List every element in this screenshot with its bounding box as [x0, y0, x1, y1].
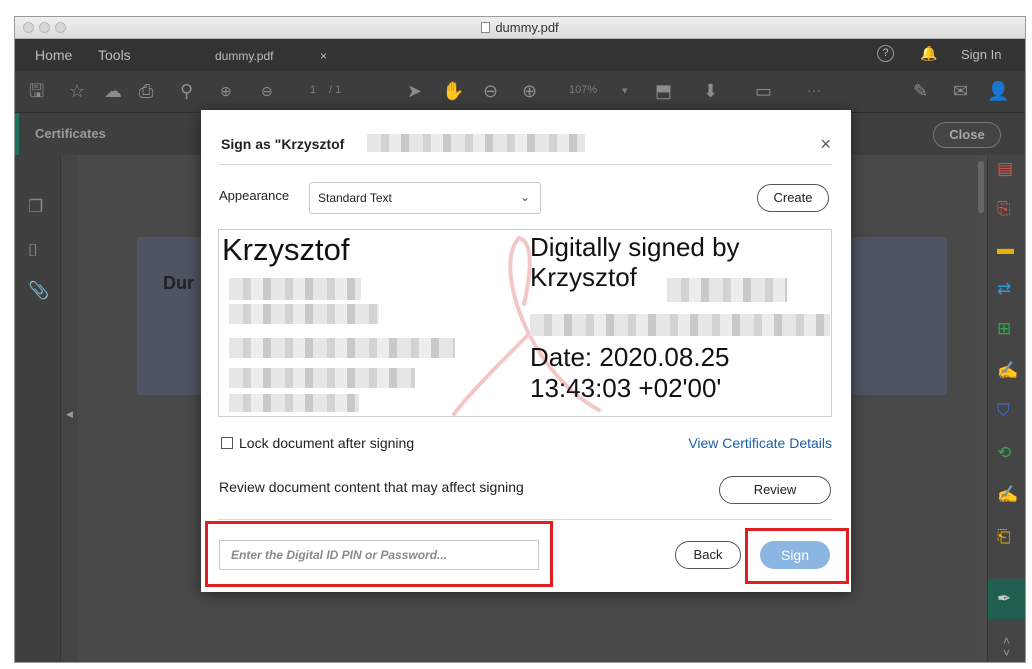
- date-line-1: Date: 2020.08.25: [530, 342, 730, 372]
- appearance-value: Standard Text: [318, 191, 392, 205]
- search-icon[interactable]: ⚲: [180, 81, 193, 101]
- title-bar: dummy.pdf: [15, 17, 1025, 39]
- panel-expand-icon[interactable]: ◀: [66, 409, 73, 420]
- fill-sign-icon[interactable]: ✍: [997, 361, 1018, 381]
- close-certificates-button[interactable]: Close: [933, 122, 1001, 148]
- export-pdf-icon[interactable]: ⇄: [997, 279, 1011, 299]
- redacted-name-line: [229, 394, 359, 412]
- certificates-tool-active[interactable]: ✒: [988, 579, 1025, 619]
- window-title: dummy.pdf: [15, 20, 1025, 35]
- redacted-detail-line: [667, 278, 787, 302]
- help-icon[interactable]: ?: [877, 45, 894, 62]
- star-icon[interactable]: ☆: [69, 81, 85, 101]
- optimize-icon[interactable]: ⟲: [997, 443, 1011, 463]
- redacted-name-line: [229, 338, 455, 358]
- certificate-pen-icon: ✒: [997, 589, 1012, 608]
- scrollbar-thumb[interactable]: [978, 161, 984, 213]
- create-pdf-icon[interactable]: ⎘: [997, 199, 1011, 219]
- redacted-name-line: [229, 304, 379, 324]
- toolbar: 🖫 ☆ ☁ ⎙ ⚲ ⊕ ⊖ 1 / 1 ➤ ✋ ⊖ ⊕ 107% ▾ ⬒ ⬇ ▭…: [15, 71, 1025, 113]
- redacted-name-line: [229, 368, 415, 388]
- signed-by-line: Digitally signed by: [530, 232, 740, 262]
- document-heading: Dur: [163, 273, 194, 293]
- request-signature-icon[interactable]: ✍: [997, 485, 1018, 505]
- dialog-title-text: Sign as "Krzysztof: [221, 136, 345, 152]
- page-up-icon[interactable]: ⊕: [220, 81, 232, 101]
- zoom-in-icon[interactable]: ⊕: [522, 81, 537, 101]
- protect-icon[interactable]: ⛉: [997, 401, 1010, 421]
- zoom-level[interactable]: 107%: [569, 84, 597, 96]
- sign-dialog: Sign as "Krzysztof" × Appearance Standar…: [201, 110, 851, 592]
- dialog-close-icon[interactable]: ×: [820, 134, 831, 155]
- fit-page-icon[interactable]: ⬒: [655, 81, 672, 101]
- appearance-label: Appearance: [219, 188, 290, 203]
- appearance-select[interactable]: Standard Text ⌄: [309, 182, 541, 214]
- signature-preview: Krzysztof Digitally signed by Krzysztof …: [218, 229, 832, 417]
- divider: [218, 519, 832, 520]
- page-number-input[interactable]: 1: [310, 84, 316, 96]
- menu-bar: Home Tools dummy.pdf × ? 🔔 Sign In: [15, 39, 1025, 71]
- right-tools-rail: ▤ ⎘ ▬ ⇄ ⊞ ✍ ⛉ ⟲ ✍ ⎗ ✒ ˄ ˅: [987, 155, 1025, 662]
- left-navigation-rail: ❐ ⌷ 📎: [15, 155, 61, 662]
- more-tools-icon[interactable]: ···: [807, 82, 821, 98]
- attachment-icon[interactable]: 📎: [28, 281, 49, 301]
- window-title-text: dummy.pdf: [495, 20, 559, 35]
- scroll-mode-icon[interactable]: ⬇: [703, 81, 718, 101]
- comment-icon[interactable]: ▭: [755, 81, 772, 101]
- document-tab-close-icon[interactable]: ×: [320, 49, 327, 63]
- page-total: / 1: [329, 84, 342, 96]
- lock-document-checkbox[interactable]: [221, 437, 233, 449]
- divider: [218, 164, 832, 165]
- bell-icon[interactable]: 🔔: [920, 45, 937, 62]
- review-button[interactable]: Review: [719, 476, 831, 504]
- create-button[interactable]: Create: [757, 184, 829, 212]
- signature-date: Date: 2020.08.25 13:43:03 +02'00': [530, 342, 730, 404]
- certificates-label: Certificates: [35, 126, 106, 141]
- chevron-down-icon: ⌄: [519, 190, 530, 204]
- hand-tool-icon[interactable]: ✋: [442, 81, 464, 101]
- lock-document-label: Lock document after signing: [239, 435, 415, 451]
- zoom-dropdown-icon[interactable]: ▾: [622, 84, 628, 97]
- pdf-file-icon: [481, 22, 491, 33]
- select-tool-icon[interactable]: ➤: [407, 81, 422, 101]
- document-scrollbar[interactable]: [975, 155, 987, 662]
- print-icon[interactable]: ⎙: [139, 81, 153, 101]
- page-thumbnails-icon[interactable]: ❐: [28, 197, 43, 217]
- page-down-icon[interactable]: ⊖: [261, 81, 273, 101]
- highlight-box-sign: [745, 528, 849, 584]
- redacted-name-line: [229, 278, 361, 300]
- highlight-box-pin: [205, 521, 553, 587]
- redacted-surname: [367, 134, 585, 152]
- cloud-upload-icon[interactable]: ☁: [104, 81, 122, 101]
- zoom-out-icon[interactable]: ⊖: [483, 81, 498, 101]
- back-button[interactable]: Back: [675, 541, 741, 569]
- edit-pdf-icon[interactable]: ⊞: [997, 319, 1011, 339]
- share-user-icon[interactable]: 👤: [987, 81, 1009, 101]
- sign-tool-icon[interactable]: ✎: [913, 81, 928, 101]
- rail-scroll-icon[interactable]: ˄ ˅: [1003, 635, 1010, 659]
- signature-name: Krzysztof: [222, 232, 350, 267]
- bookmark-icon[interactable]: ⌷: [28, 241, 38, 261]
- tools-tab[interactable]: Tools: [98, 47, 131, 63]
- lock-document-row[interactable]: Lock document after signing: [221, 435, 414, 451]
- document-tab[interactable]: dummy.pdf: [215, 49, 273, 63]
- organize-pages-icon[interactable]: ▤: [997, 159, 1013, 179]
- date-line-2: 13:43:03 +02'00': [530, 373, 722, 403]
- comment-tool-icon[interactable]: ▬: [997, 239, 1014, 259]
- save-icon[interactable]: 🖫: [29, 81, 44, 101]
- view-certificate-link[interactable]: View Certificate Details: [688, 435, 832, 451]
- review-description: Review document content that may affect …: [219, 479, 524, 495]
- sign-in-link[interactable]: Sign In: [961, 47, 1001, 62]
- redacted-detail-line: [530, 314, 830, 336]
- prepare-form-icon[interactable]: ⎗: [997, 527, 1011, 547]
- home-tab[interactable]: Home: [35, 47, 72, 63]
- mail-icon[interactable]: ✉: [953, 81, 968, 101]
